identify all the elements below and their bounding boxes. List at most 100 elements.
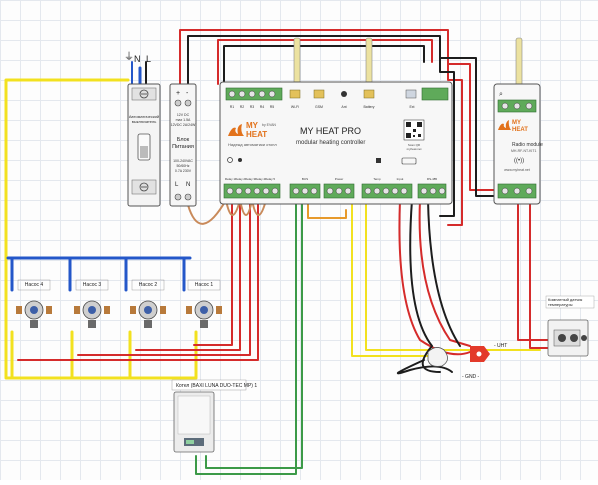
radio-wireless-icon: ((•)) (514, 158, 524, 164)
pump-2-label: Насос 2 (139, 282, 158, 288)
android-icon (376, 158, 381, 163)
controller-brand-heat: HEAT (246, 130, 267, 139)
radio-brand-heat: HEAT (512, 127, 528, 133)
wire-yellow-sensor (351, 199, 431, 357)
wire-red-relay-pump-1 (193, 199, 233, 346)
controller-bottom-label-5: Relay 5 (265, 177, 276, 181)
controller-top-right-1: Wi-Fi (291, 105, 299, 109)
psu-title-line2: Питания (172, 144, 194, 150)
radio-module: ⌕ MY HEAT Radio module MH-RF-NT-KIT1 ((•… (493, 37, 543, 205)
psu-spec-top-1: 12V DC (177, 113, 190, 117)
controller-top-label-2: R2 (240, 105, 245, 109)
pump-3: Насос 3 (74, 279, 110, 328)
room-sensor-label-2: температуры (548, 302, 573, 307)
psu-terminal-plus (174, 99, 182, 107)
radio-bottom-screws (501, 187, 533, 195)
psu-terminal-minus (184, 99, 192, 107)
wiring-diagram: ⏚ N L Автоматический выключатель + - 12V… (4, 29, 595, 475)
pump-3-label: Насос 3 (83, 282, 102, 288)
controller-top-label-4: R4 (260, 105, 265, 109)
psu-terminal-l (174, 193, 182, 201)
controller-antenna-right (365, 37, 373, 87)
wireless-room-sensor: Комнатный датчик температуры (545, 295, 595, 357)
controller-top-label-3: R3 (250, 105, 255, 109)
controller-tagline: Надежд автоматики отопл (228, 142, 277, 147)
controller-top-right-2: GSM (315, 105, 323, 109)
wire-red-radio-sensor (517, 203, 551, 341)
radio-brand-my: MY (512, 120, 521, 126)
wiring-diagram-canvas: ⏚ N L Автоматический выключатель + - 12V… (0, 0, 598, 480)
controller-bottom-right-4: Input (397, 177, 404, 181)
controller-qr-caption-2: myheat.net (407, 147, 422, 151)
controller-bottom-label-4: Relay 4 (255, 177, 266, 181)
supply-ground-mark: ⏚ (124, 51, 134, 63)
controller-bottom-label-3: Relay 3 (245, 177, 256, 181)
psu-term-n: N (186, 182, 190, 188)
controller-usb-port (405, 89, 417, 99)
controller-bottom-right-2: Power (335, 177, 344, 181)
myheat-controller: R1 R2 R3 R4 R5 Wi-Fi GSM Ant Battery Ext… (219, 37, 453, 205)
controller-top-right-5: Ext (409, 105, 414, 109)
pump-4: Насос 4 (16, 279, 52, 328)
controller-port-1 (289, 89, 301, 99)
indicator-icon (238, 158, 242, 162)
controller-top-label-1: R1 (230, 105, 235, 109)
wire-red-radio-sensor-2 (529, 203, 551, 349)
wire-red-relay-pump-3 (77, 199, 251, 356)
controller-port-3 (363, 89, 375, 99)
controller-antenna-left (293, 37, 301, 87)
wire-black-sensor-lead-2 (427, 199, 461, 347)
psu-plus: + (176, 90, 180, 97)
controller-port-2 (313, 89, 325, 99)
psu-spec-top-3: 12VDC 2A/24W (171, 123, 196, 127)
radio-site: www.myheat.net (504, 168, 530, 172)
tank-temperature-sensor: - UHT - GND - (427, 343, 507, 380)
pump-1-label: Насос 1 (195, 282, 214, 288)
controller-bottom-label-1: Relay 1 (225, 177, 236, 181)
pump-1: Насос 1 (186, 279, 222, 328)
power-supply: + - 12V DC max 1.5A 12VDC 2A/24W Блок Пи… (169, 83, 197, 207)
controller-model: MY HEAT PRO (300, 126, 361, 136)
radio-antenna (515, 37, 523, 87)
psu-spec-bottom-3: 0.7A 230V (175, 169, 192, 173)
controller-bottom-right-5: RS-485 (427, 177, 438, 181)
wire-black-short-1 (223, 45, 425, 85)
wire-black-sensor-lead (409, 199, 441, 373)
radio-top-screws (501, 102, 533, 110)
tank-sensor-label: - UHT (494, 343, 507, 349)
radio-title: Radio module (512, 142, 543, 148)
supply-labels: ⏚ N L (124, 51, 151, 64)
wire-green-boiler-2 (205, 199, 303, 469)
supply-n-label: N (134, 54, 141, 64)
tank-sensor-probe (427, 347, 448, 367)
controller-top-label-5: R5 (270, 105, 275, 109)
wire-blue-neutral (6, 66, 192, 260)
pump-2: Насос 2 (130, 279, 166, 328)
controller-bottom-right-3: Temp (373, 177, 381, 181)
psu-spec-bottom-1: 100-240VAC (173, 159, 193, 163)
boiler: Котел (BAXI LUNA DUO-TEC MP) 1 (171, 379, 257, 453)
psu-spec-top-2: max 1.5A (176, 118, 191, 122)
wire-yellow-phase (4, 78, 198, 380)
wire-yellow-sensor-2 (365, 199, 541, 351)
controller-top-right-4: Battery (363, 105, 374, 109)
radio-search-icon: ⌕ (499, 91, 503, 98)
controller-bottom-right-1: BUS (302, 177, 308, 181)
controller-io-screws (292, 187, 446, 195)
circuit-breaker: Автоматический выключатель (127, 83, 161, 207)
controller-brand-my: MY (246, 121, 259, 130)
supply-l-label: L (146, 54, 151, 64)
radio-model: MH-RF-NT-KIT1 (511, 149, 537, 153)
controller-brand-by: by EVAN (262, 123, 276, 127)
psu-spec-bottom-2: 50/60Hz (176, 164, 189, 168)
controller-top-right-3: Ant (341, 105, 346, 109)
controller-subtitle: modular heating controller (296, 140, 365, 146)
psu-terminal-n (184, 193, 192, 201)
pump-4-label: Насос 4 (25, 282, 44, 288)
breaker-label-line2: выключатель (132, 119, 157, 124)
controller-bottom-label-2: Relay 2 (235, 177, 246, 181)
gnd-label: - GND - (462, 374, 480, 380)
boiler-label: Котел (BAXI LUNA DUO-TEC MP) 1 (176, 383, 257, 389)
controller-button (341, 91, 347, 97)
controller-battery-port (421, 87, 449, 101)
